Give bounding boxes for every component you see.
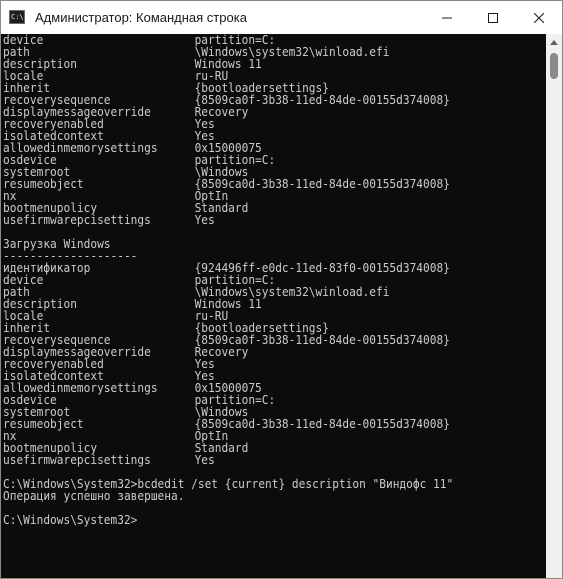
minimize-icon [442, 17, 452, 18]
console-line: usefirmwarepcisettings Yes [3, 454, 508, 466]
console-key: C:\Windows\System32> [3, 513, 138, 527]
close-button[interactable] [516, 1, 562, 34]
console-value: Yes [194, 213, 215, 227]
console-line: C:\Windows\System32> [3, 514, 508, 526]
console-line: resumeobject {8509ca0d-3b38-11ed-84de-001… [3, 178, 508, 190]
console-key: resumeobject [3, 417, 84, 431]
caret-up-icon [550, 40, 558, 45]
console-value: {8509ca0d-3b38-11ed-84de-00155d374008} [194, 417, 450, 431]
console-line: Операция успешно завершена. [3, 490, 508, 502]
console-key: usefirmwarepcisettings [3, 213, 151, 227]
cmd-window: C:\ Администратор: Командная строка devi… [0, 0, 563, 579]
console-line: description Windows 11 [3, 58, 508, 70]
console-line: osdevice partition=C: [3, 394, 508, 406]
console-line: description Windows 11 [3, 298, 508, 310]
command-prompt-icon[interactable]: C:\ [9, 10, 25, 24]
console-key: device [3, 273, 44, 287]
console-line: usefirmwarepcisettings Yes [3, 214, 508, 226]
close-icon [534, 12, 544, 23]
vertical-scrollbar[interactable] [546, 34, 562, 578]
window-title: Администратор: Командная строка [35, 10, 247, 25]
console-value: {8509ca0d-3b38-11ed-84de-00155d374008} [194, 177, 450, 191]
console-key: device [3, 34, 44, 47]
scroll-up-button[interactable] [546, 34, 562, 51]
console-key: usefirmwarepcisettings [3, 453, 151, 467]
console-line: osdevice partition=C: [3, 154, 508, 166]
console-value: Yes [194, 453, 215, 467]
minimize-button[interactable] [424, 1, 470, 34]
console-key: resumeobject [3, 177, 84, 191]
console-line: resumeobject {8509ca0d-3b38-11ed-84de-001… [3, 418, 508, 430]
console-output[interactable]: device partition=C: path \Windows\system32\… [1, 34, 546, 578]
title-bar[interactable]: C:\ Администратор: Командная строка [1, 1, 562, 34]
scrollbar-thumb[interactable] [550, 53, 558, 79]
console-key: Операция успешно завершена. [3, 489, 185, 503]
maximize-button[interactable] [470, 1, 516, 34]
maximize-icon [488, 12, 498, 23]
